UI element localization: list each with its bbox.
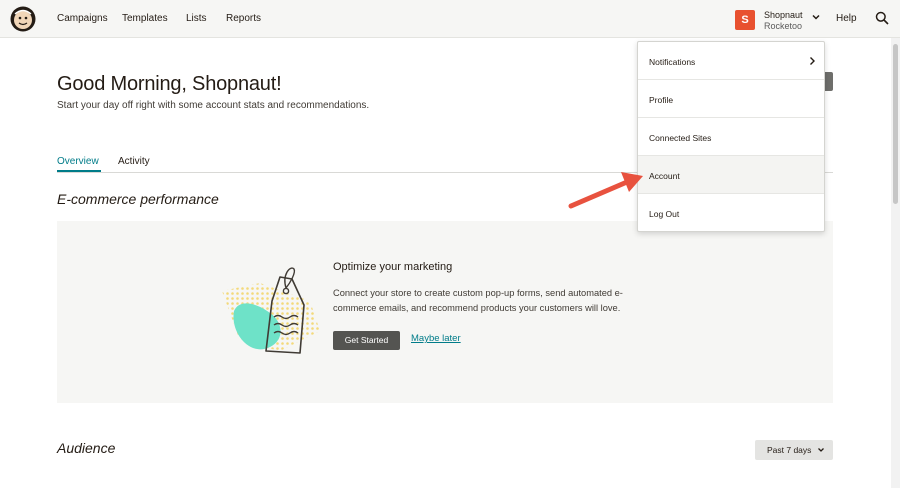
help-link[interactable]: Help — [836, 13, 857, 24]
menu-item-account[interactable]: Account — [638, 156, 824, 194]
account-avatar: S — [735, 10, 755, 30]
active-tab-indicator — [57, 170, 101, 172]
optimize-marketing-card: Optimize your marketing Connect your sto… — [57, 221, 833, 403]
menu-item-notifications[interactable]: Notifications — [638, 42, 824, 80]
chevron-down-icon — [812, 14, 820, 20]
nav-reports[interactable]: Reports — [226, 13, 261, 24]
menu-item-log-out[interactable]: Log Out — [638, 194, 824, 232]
tab-activity[interactable]: Activity — [118, 156, 150, 167]
audience-section-title: Audience — [57, 440, 116, 456]
page-scrollbar[interactable] — [891, 38, 900, 488]
chevron-down-icon — [818, 448, 824, 452]
mailchimp-logo-icon[interactable] — [10, 6, 36, 32]
menu-item-connected-sites[interactable]: Connected Sites — [638, 118, 824, 156]
maybe-later-link[interactable]: Maybe later — [411, 333, 461, 344]
ecommerce-section-title: E-commerce performance — [57, 191, 219, 207]
menu-item-profile[interactable]: Profile — [638, 80, 824, 118]
page-subtitle: Start your day off right with some accou… — [57, 100, 370, 111]
chevron-right-icon — [810, 57, 815, 65]
account-dropdown-menu: Notifications Profile Connected Sites Ac… — [637, 41, 825, 232]
card-title: Optimize your marketing — [333, 261, 453, 273]
nav-campaigns[interactable]: Campaigns — [57, 13, 108, 24]
search-icon[interactable] — [875, 11, 889, 25]
account-org: Rocketoo — [764, 21, 803, 31]
nav-lists[interactable]: Lists — [186, 13, 207, 24]
annotation-arrow-icon — [568, 172, 643, 209]
top-nav: Campaigns Templates Lists Reports S Shop… — [0, 0, 900, 38]
price-tag-illustration — [222, 267, 320, 354]
page-title: Good Morning, Shopnaut! — [57, 73, 282, 95]
tab-overview[interactable]: Overview — [57, 156, 99, 167]
scrollbar-thumb[interactable] — [893, 44, 898, 204]
card-description: Connect your store to create custom pop-… — [333, 288, 623, 313]
account-name: Shopnaut — [764, 10, 803, 20]
date-range-label: Past 7 days — [767, 445, 812, 455]
get-started-button[interactable]: Get Started — [333, 331, 400, 350]
date-range-select[interactable]: Past 7 days — [755, 440, 833, 460]
nav-templates[interactable]: Templates — [122, 13, 168, 24]
